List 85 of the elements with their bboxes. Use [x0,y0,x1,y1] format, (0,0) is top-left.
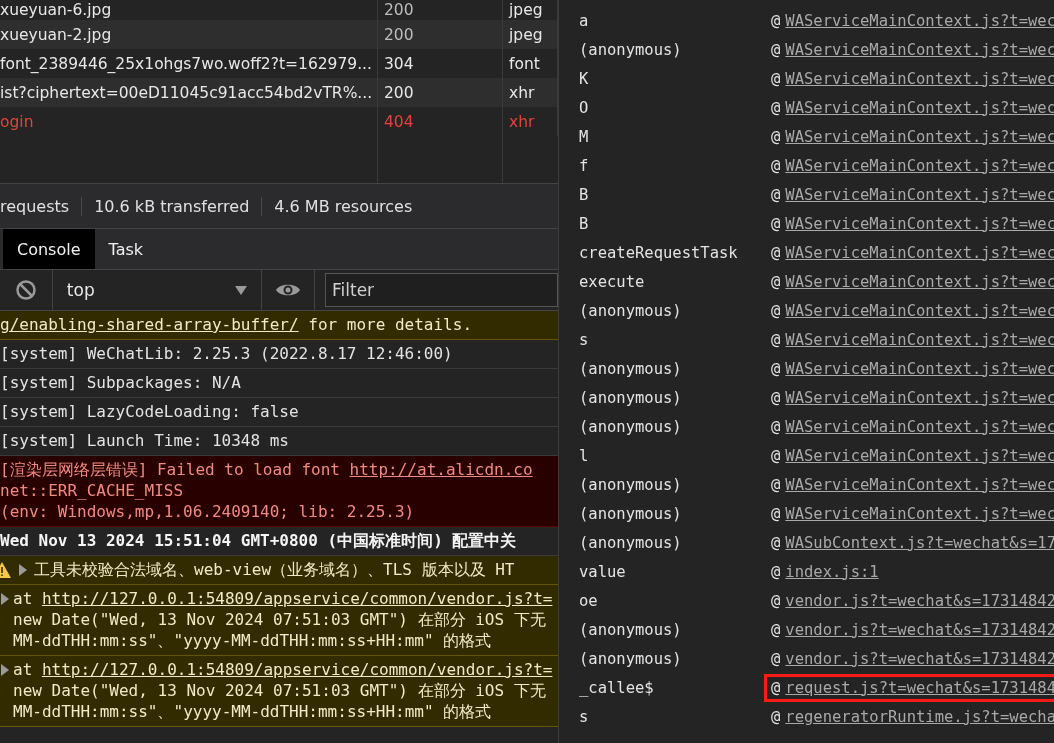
function-name: (anonymous) [579,620,683,639]
function-name: (anonymous) [579,649,683,668]
source-location[interactable]: @ WASubContext.js?t=wechat&s=17 [764,528,1054,557]
message-text: at [13,660,34,679]
function-name: s [579,707,590,726]
source-location[interactable]: @ regeneratorRuntime.js?t=wecha [764,702,1054,731]
function-name: (anonymous) [579,388,683,407]
clear-console-icon[interactable] [14,279,37,301]
function-name: (anonymous) [579,40,683,59]
function-name: s [579,330,590,349]
summary-text: 4.6 MB resources [261,196,425,216]
source-location[interactable]: @ vendor.js?t=wechat&s=17314842 [764,644,1054,673]
source-location[interactable]: @ WAServiceMainContext.js?t=wec [764,93,1054,122]
source-location[interactable]: @ WAServiceMainContext.js?t=wec [764,267,1054,296]
function-name: f [579,156,590,175]
link[interactable]: g/enabling-shared-array-buffer/ [0,315,299,334]
function-name: oe [579,591,599,610]
link[interactable]: http://at.alicdn.co [349,460,533,479]
request-name: ogin [0,107,378,136]
source-location[interactable]: @ WAServiceMainContext.js?t=wec [764,6,1054,35]
message-text: (env: Windows,mp,1.06.2409140; lib: 2.25.3) [0,502,415,521]
source-location[interactable]: @ vendor.js?t=wechat&s=17314842 [764,615,1054,644]
message-text: net::ERR_CACHE_MISS [0,481,184,500]
function-name: O [579,98,590,117]
function-name: M [579,127,590,146]
source-location[interactable]: @ WAServiceMainContext.js?t=wec [764,470,1054,499]
function-name: execute [579,272,646,291]
expand-triangle-icon[interactable] [0,663,10,677]
caret-icon [235,285,248,295]
function-name: (anonymous) [579,359,683,378]
function-name: B [579,214,590,233]
message-text: MM-ddTHH:mm:ss"、"yyyy-MM-ddTHH:mm:ss+HH:mm" 的格式 [13,702,492,721]
source-location[interactable]: @ WAServiceMainContext.js?t=wec [764,35,1054,64]
context-dropdown[interactable]: top [52,270,263,310]
function-name: (anonymous) [579,475,683,494]
source-location[interactable]: @ WAServiceMainContext.js?t=wec [764,122,1054,151]
drawer-tab[interactable]: Console [3,229,95,269]
message-text: MM-ddTHH:mm:ss"、"yyyy-MM-ddTHH:mm:ss+HH:mm" 的格式 [13,631,492,650]
source-location[interactable]: @ WAServiceMainContext.js?t=wec [764,64,1054,93]
eye-icon[interactable] [275,282,302,298]
source-location[interactable]: @ WAServiceMainContext.js?t=wec [764,296,1054,325]
source-location[interactable]: @ WAServiceMainContext.js?t=wec [764,499,1054,528]
link[interactable]: http://127.0.0.1:54809/appservice/common/vendor.js?t= [41,660,553,679]
source-location[interactable]: @ WAServiceMainContext.js?t=wec [764,209,1054,238]
source-location[interactable]: @ vendor.js?t=wechat&s=17314842 [764,586,1054,615]
function-name: createRequestTask [579,243,739,262]
summary-text: 10.6 kB transferred [81,196,262,216]
source-location[interactable]: @ WAServiceMainContext.js?t=wec [764,412,1054,441]
message-text: [system] LazyCodeLoading: false [0,402,299,421]
message-text: 工具未校验合法域名、web-view（业务域名）、TLS 版本以及 HT [34,560,515,579]
function-name: K [579,69,590,88]
source-location[interactable]: @ WAServiceMainContext.js?t=wec [764,354,1054,383]
message-text: Wed Nov 13 2024 15:51:04 GMT+0800 (中国标准时间) 配置中关 [0,531,517,550]
message-text: [system] Subpackages: N/A [0,373,241,392]
function-name: (anonymous) [579,417,683,436]
message-text: new Date("Wed, 13 Nov 2024 07:51:03 GMT") 在部分 iOS 下无 [13,610,546,629]
message-text: [渲染层网络层错误] Failed to load font [0,460,341,479]
filter-field[interactable]: Filter [325,273,558,307]
function-name: (anonymous) [579,301,683,320]
expand-triangle-icon[interactable] [0,592,10,606]
function-name: B [579,185,590,204]
request-type: xhr [503,107,558,136]
source-location[interactable]: @ WAServiceMainContext.js?t=wec [764,151,1054,180]
drawer-tab[interactable]: Task [94,229,158,269]
message-text: at [13,589,34,608]
function-name: (anonymous) [579,504,683,523]
function-name: value [579,562,627,581]
source-location[interactable]: @ WAServiceMainContext.js?t=wec [764,238,1054,267]
function-name: l [579,446,590,465]
message-text: for more details. [307,315,472,334]
message-text: [system] WeChatLib: 2.25.3 (2022.8.17 12:46:00) [0,344,453,363]
summary-text: requests [0,196,71,216]
message-text: new Date("Wed, 13 Nov 2024 07:51:03 GMT") 在部分 iOS 下无 [13,681,546,700]
source-location[interactable]: @ index.js:1 [764,557,888,586]
source-location[interactable]: @ WAServiceMainContext.js?t=wec [764,441,1054,470]
link[interactable]: http://127.0.0.1:54809/appservice/common/vendor.js?t= [41,589,553,608]
request-status: 404 [378,107,503,136]
expand-triangle-icon[interactable] [18,563,28,577]
function-name: (anonymous) [579,533,683,552]
source-location[interactable]: @ WAServiceMainContext.js?t=wec [764,383,1054,412]
function-name: _callee$ [579,678,655,697]
source-location[interactable]: @ WAServiceMainContext.js?t=wec [764,325,1054,354]
source-location[interactable]: @ WAServiceMainContext.js?t=wec [764,180,1054,209]
function-name: a [579,11,590,30]
message-text: [system] Launch Time: 10348 ms [0,431,289,450]
